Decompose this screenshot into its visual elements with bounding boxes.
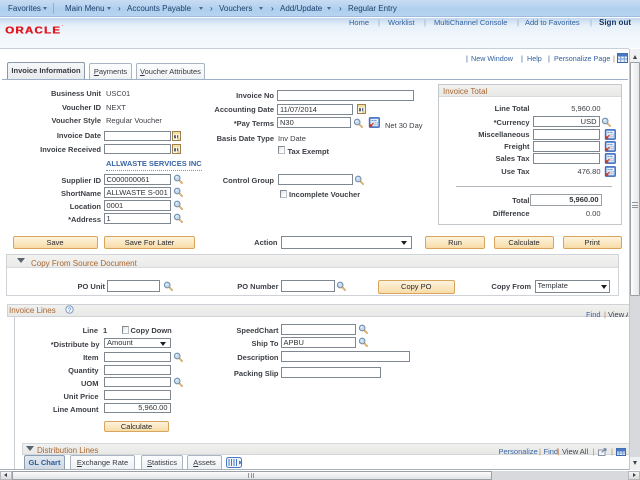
svg-text:?: ? bbox=[67, 307, 71, 314]
